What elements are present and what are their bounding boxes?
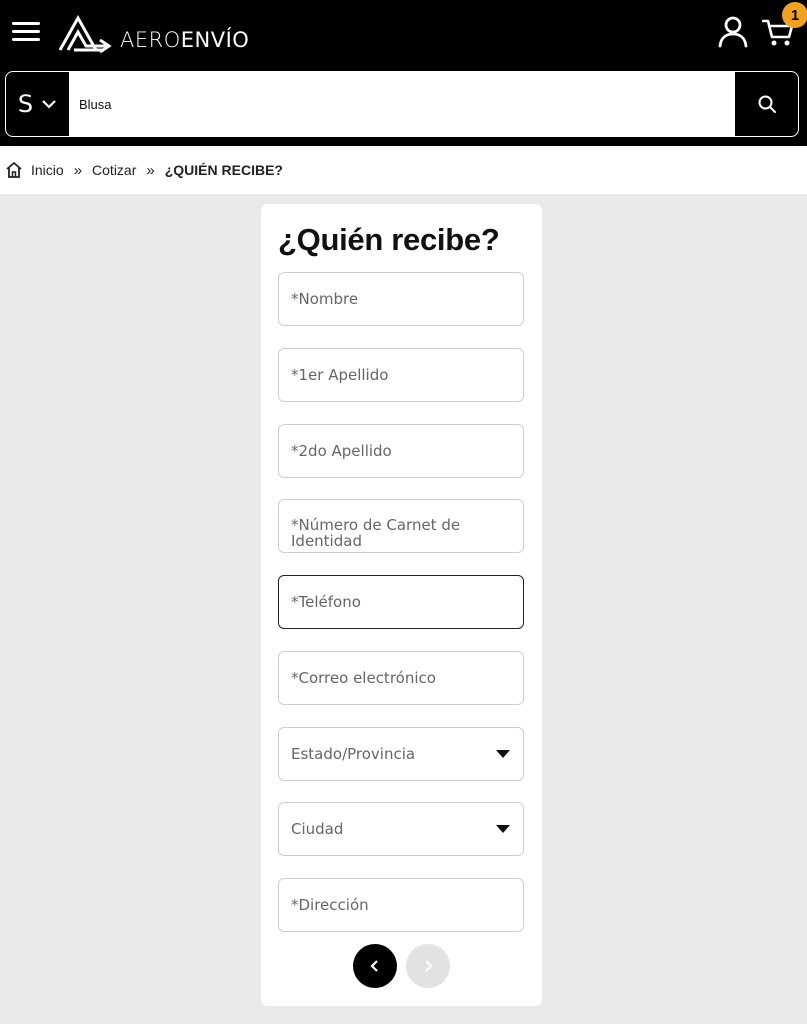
next-button[interactable] — [406, 944, 450, 988]
second-surname-field[interactable]: *2do Apellido — [278, 424, 524, 478]
previous-button[interactable] — [353, 944, 397, 988]
breadcrumb: Inicio » Cotizar » ¿QUIÉN RECIBE? — [0, 146, 807, 194]
caret-down-icon — [496, 825, 510, 833]
brand-light: AERO — [120, 28, 181, 52]
hamburger-icon[interactable] — [12, 20, 40, 44]
phone-field[interactable]: *Teléfono — [278, 575, 524, 629]
search-input[interactable] — [69, 72, 735, 136]
cart-count-badge: 1 — [782, 2, 807, 28]
breadcrumb-cotizar[interactable]: Cotizar — [92, 162, 136, 178]
home-icon[interactable] — [5, 161, 23, 179]
recipient-form-card: ¿Quién recibe? *Nombre *1er Apellido *2d… — [261, 204, 542, 1006]
brand-bold: ENVÍO — [180, 28, 250, 52]
id-number-field[interactable]: *Número de Carnet de Identidad — [278, 499, 524, 553]
chevron-right-icon — [425, 960, 433, 972]
state-select-label: Estado/Provincia — [291, 745, 416, 763]
page-title: ¿Quién recibe? — [278, 222, 500, 257]
chevron-down-icon — [42, 100, 56, 109]
search-icon — [758, 95, 776, 113]
logo-icon[interactable] — [56, 12, 112, 54]
breadcrumb-separator: » — [73, 161, 83, 179]
search-category-select[interactable]: S — [6, 72, 69, 136]
search-category-letter: S — [17, 90, 34, 118]
user-icon[interactable] — [718, 16, 748, 48]
breadcrumb-home[interactable]: Inicio — [31, 162, 64, 178]
state-select[interactable]: Estado/Provincia — [278, 727, 524, 781]
first-surname-field[interactable]: *1er Apellido — [278, 348, 524, 402]
search-bar: S — [5, 71, 799, 137]
search-button[interactable] — [735, 72, 798, 136]
city-select[interactable]: Ciudad — [278, 802, 524, 856]
brand-name: AEROENVÍO — [120, 28, 249, 52]
top-header: AEROENVÍO 1 S — [0, 0, 807, 146]
address-field[interactable]: *Dirección — [278, 878, 524, 932]
first-name-field[interactable]: *Nombre — [278, 272, 524, 326]
city-select-label: Ciudad — [291, 820, 344, 838]
caret-down-icon — [496, 750, 510, 758]
chevron-left-icon — [370, 960, 378, 972]
breadcrumb-current: ¿QUIÉN RECIBE? — [164, 162, 283, 178]
email-field[interactable]: *Correo electrónico — [278, 651, 524, 705]
breadcrumb-separator: » — [146, 161, 155, 179]
